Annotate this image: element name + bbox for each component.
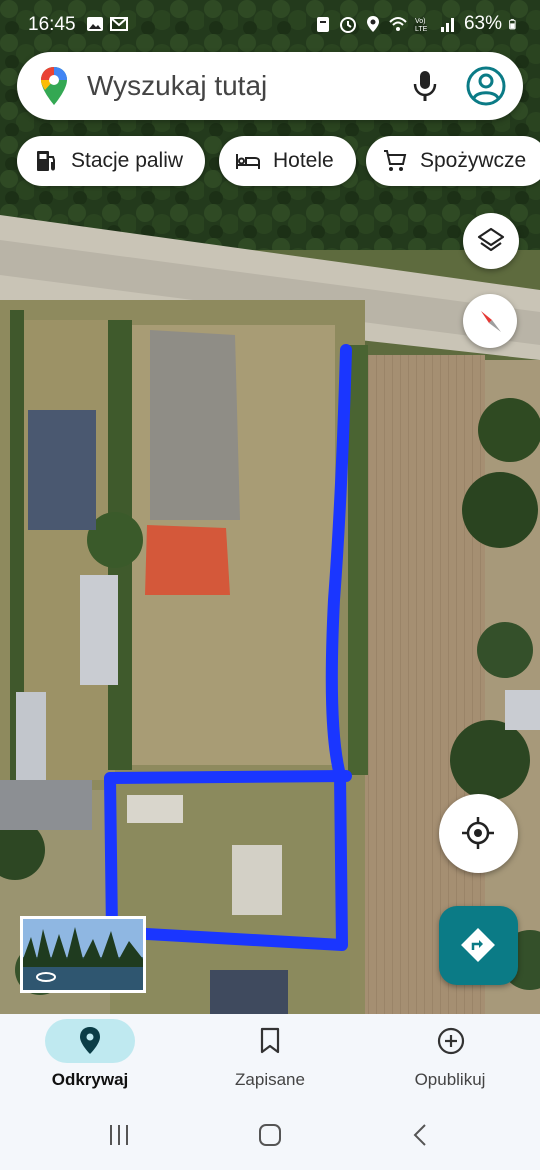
cart-icon <box>384 150 407 171</box>
clipboard-icon <box>316 17 329 32</box>
microphone-icon[interactable] <box>407 68 443 104</box>
gas-station-icon <box>37 151 55 171</box>
alarm-icon <box>339 17 356 33</box>
search-input[interactable] <box>87 64 387 108</box>
bottom-navigation: Odkrywaj Zapisane Opublikuj <box>0 1014 540 1104</box>
status-bar: 16:45 Vo) LTE 63% <box>0 0 540 50</box>
maps-pin-icon <box>41 67 67 105</box>
chip-label: Hotele <box>273 149 334 172</box>
directions-button[interactable] <box>439 906 518 985</box>
360-rotate-icon <box>36 972 56 982</box>
battery-percent: 63% <box>463 13 502 34</box>
directions-icon <box>461 928 495 962</box>
account-icon[interactable] <box>465 65 507 107</box>
bed-icon <box>236 154 260 169</box>
compass-button[interactable] <box>463 294 517 348</box>
layers-icon <box>477 227 505 252</box>
pin-icon <box>80 1027 100 1054</box>
chip-groceries[interactable]: Spożywcze <box>366 136 540 186</box>
layers-button[interactable] <box>463 213 519 269</box>
battery-icon <box>509 19 516 30</box>
nav-label: Zapisane <box>235 1070 305 1089</box>
my-location-icon <box>462 817 494 849</box>
svg-text:LTE: LTE <box>415 26 428 33</box>
home-icon[interactable] <box>257 1122 283 1148</box>
add-circle-icon <box>437 1027 465 1055</box>
search-bar[interactable] <box>17 52 523 120</box>
chip-label: Spożywcze <box>420 149 527 172</box>
bookmark-icon <box>260 1027 280 1054</box>
nav-label: Odkrywaj <box>51 1070 129 1089</box>
recents-icon[interactable] <box>106 1122 132 1148</box>
chip-gas-stations[interactable]: Stacje paliw <box>17 136 206 186</box>
nav-explore[interactable]: Odkrywaj <box>0 1014 180 1104</box>
nav-contribute[interactable]: Opublikuj <box>360 1014 540 1104</box>
wifi-icon <box>389 17 407 31</box>
image-icon <box>87 17 103 31</box>
my-location-button[interactable] <box>439 794 518 873</box>
nav-saved[interactable]: Zapisane <box>180 1014 360 1104</box>
svg-text:Vo): Vo) <box>415 18 426 25</box>
chip-hotels[interactable]: Hotele <box>219 136 356 186</box>
nav-label: Opublikuj <box>414 1070 486 1089</box>
volte-icon: Vo)LTE <box>415 18 428 33</box>
signal-icon <box>440 18 454 32</box>
location-icon <box>366 16 379 32</box>
street-view-thumbnail[interactable] <box>20 916 146 993</box>
back-icon[interactable] <box>408 1122 434 1148</box>
chip-label: Stacje paliw <box>71 149 184 172</box>
compass-icon <box>481 311 501 332</box>
system-navigation-bar <box>0 1104 540 1170</box>
gmail-icon <box>110 17 128 31</box>
status-time: 16:45 <box>28 14 76 35</box>
